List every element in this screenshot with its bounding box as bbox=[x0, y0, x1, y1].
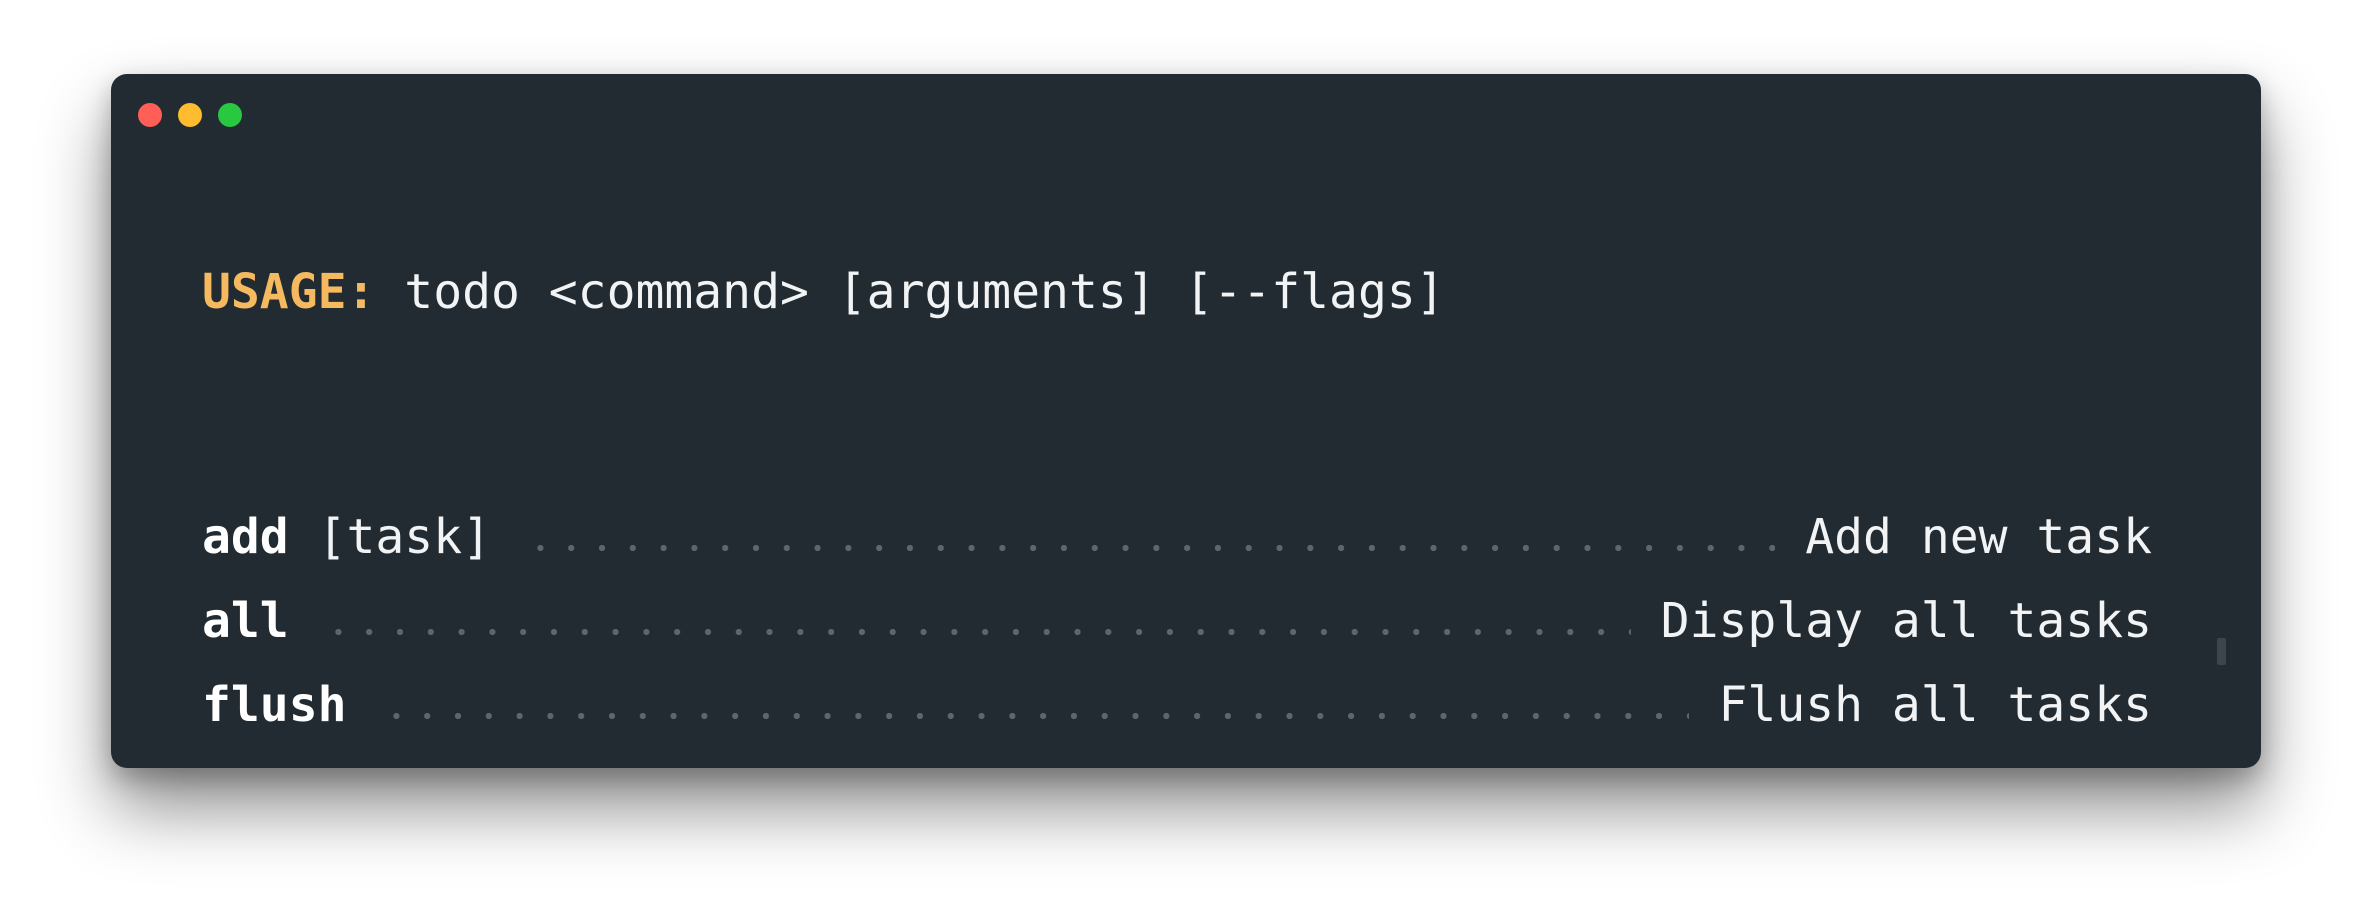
command-description: Flush all tasks bbox=[1718, 677, 2152, 733]
terminal-window: USAGE: todo <command> [arguments] [--fla… bbox=[111, 74, 2261, 768]
usage-line: USAGE: todo <command> [arguments] [--fla… bbox=[202, 262, 1445, 322]
command-description: Add new task bbox=[1805, 509, 2152, 565]
command-row-all: all Display all tasks bbox=[202, 591, 2152, 651]
command-name: add bbox=[202, 509, 289, 565]
command-row-flush: flush Flush all tasks bbox=[202, 675, 2152, 735]
command-name: flush bbox=[202, 677, 347, 733]
window-controls bbox=[138, 103, 242, 127]
dot-leader bbox=[380, 713, 1689, 719]
dot-leader bbox=[525, 545, 1776, 551]
minimize-dot-icon[interactable] bbox=[178, 103, 202, 127]
command-name: all bbox=[202, 593, 289, 649]
maximize-dot-icon[interactable] bbox=[218, 103, 242, 127]
usage-syntax: todo <command> [arguments] [--flags] bbox=[375, 264, 1445, 320]
command-description: Display all tasks bbox=[1660, 593, 2152, 649]
usage-label: USAGE: bbox=[202, 264, 376, 320]
text-cursor-icon bbox=[2217, 638, 2226, 665]
close-dot-icon[interactable] bbox=[138, 103, 162, 127]
command-row-add: add [task] Add new task bbox=[202, 507, 2152, 567]
dot-leader bbox=[322, 629, 1631, 635]
command-argument: [task] bbox=[288, 509, 491, 565]
